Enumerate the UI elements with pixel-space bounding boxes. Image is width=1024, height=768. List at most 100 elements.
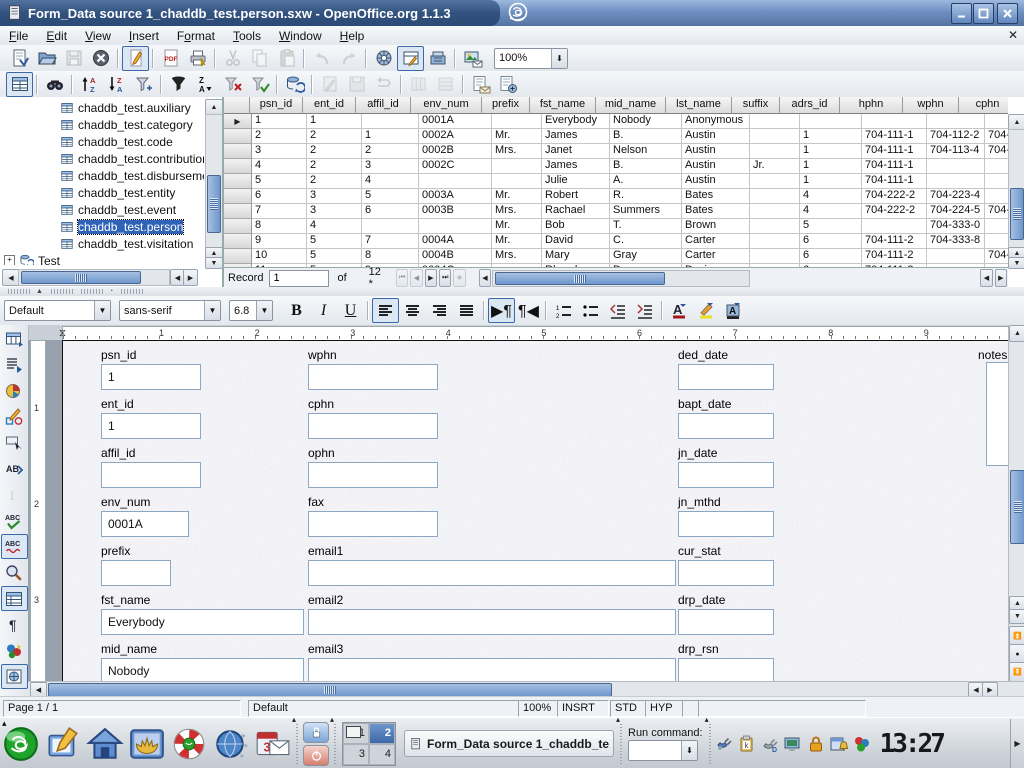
vertical-ruler[interactable]: 123 [30,340,46,681]
pager-desktop-2[interactable]: 2 [369,723,395,744]
cell-env_num[interactable]: 0003A [419,189,492,204]
cell-env_num[interactable] [419,174,492,189]
cell-env_num[interactable]: 0002B [419,144,492,159]
tree-item-category[interactable]: chaddb_test.category [0,116,204,133]
cell-psn_id[interactable]: 5 [252,174,307,189]
prev-record-button[interactable]: ◀ [410,269,422,287]
lock-session-button[interactable] [303,722,329,743]
cell-env_num[interactable]: 0002C [419,159,492,174]
cell-adrs_id[interactable]: 1 [800,159,862,174]
splitter-arrow-icon[interactable]: ▲ [36,288,43,295]
column-header-cphn[interactable]: cphn [959,97,1008,114]
cell-cphn[interactable]: 704-99 [985,129,1008,144]
column-header-mid_name[interactable]: mid_name [596,97,666,114]
cell-wphn[interactable] [927,249,985,264]
new-document-icon[interactable] [6,46,33,71]
export-pdf-icon[interactable]: PDF [157,46,184,71]
cell-prefix[interactable] [492,114,542,129]
menu-edit[interactable]: Edit [37,28,76,44]
grid-scroll-right[interactable]: ▶ [995,269,1007,287]
menu-view[interactable]: View [76,28,120,44]
form-input-cur_stat[interactable] [678,560,774,586]
splitter-handle[interactable] [121,289,143,294]
increase-indent-button[interactable] [631,298,658,323]
column-header-suffix[interactable]: suffix [732,97,780,114]
status-hyperlink-mode[interactable]: HYP [645,700,685,717]
help-center-icon[interactable] [168,723,210,765]
applet-handle[interactable] [332,724,338,764]
cell-affil_id[interactable] [362,219,419,234]
tree-root-test[interactable]: +Test [0,252,204,265]
cell-ent_id[interactable]: 4 [307,219,362,234]
cell-affil_id[interactable]: 2 [362,144,419,159]
cell-adrs_id[interactable]: 1 [800,174,862,189]
cell-lst_name[interactable]: Brown [682,219,750,234]
cell-lst_name[interactable]: Bates [682,189,750,204]
form-input-email3[interactable] [308,658,676,681]
data-to-fields-icon[interactable] [494,72,521,97]
auto-spellcheck-icon[interactable]: ABC [1,534,28,559]
delete-record-icon[interactable] [432,72,459,97]
row-header[interactable] [224,234,252,249]
cell-adrs_id[interactable]: 5 [800,219,862,234]
column-header-lst_name[interactable]: lst_name [666,97,732,114]
cell-prefix[interactable] [492,174,542,189]
cell-lst_name[interactable]: Anonymous [682,114,750,129]
cell-suffix[interactable] [750,234,800,249]
row-header[interactable] [224,129,252,144]
apply-filter-icon[interactable] [246,72,273,97]
cell-env_num[interactable]: 0003B [419,204,492,219]
cell-prefix[interactable]: Mr. [492,234,542,249]
cell-adrs_id[interactable]: 4 [800,189,862,204]
bullet-list-button[interactable] [577,298,604,323]
underline-button[interactable]: U [337,298,364,323]
form-functions-icon[interactable] [1,430,28,455]
cell-wphn[interactable] [927,174,985,189]
cell-hphn[interactable] [862,114,927,129]
cell-prefix[interactable]: Mr. [492,129,542,144]
form-input-email2[interactable] [308,609,676,635]
column-header-ent_id[interactable]: ent_id [303,97,356,114]
cell-lst_name[interactable]: Austin [682,174,750,189]
doc-vscroll-thumb[interactable] [1010,470,1024,544]
cell-affil_id[interactable]: 7 [362,234,419,249]
cell-prefix[interactable]: Mr. [492,219,542,234]
form-input-cphn[interactable] [308,413,438,439]
cell-ent_id[interactable]: 3 [307,189,362,204]
bold-button[interactable]: B [283,298,310,323]
record-number-input[interactable] [269,270,329,287]
cell-suffix[interactable] [750,249,800,264]
last-record-button[interactable]: ⏭ [439,269,451,287]
status-insert-mode[interactable]: INSRT [557,700,609,717]
cell-cphn[interactable] [985,174,1008,189]
form-input-wphn[interactable] [308,364,438,390]
cell-fst_name[interactable]: Bob [542,219,610,234]
zoom-tool-icon[interactable] [1,560,28,585]
splitter-handle[interactable] [81,289,103,294]
cell-affil_id[interactable]: 8 [362,249,419,264]
cell-hphn[interactable]: 704-111-2 [862,234,927,249]
cell-prefix[interactable]: Mrs. [492,204,542,219]
cell-cphn[interactable]: 704-99 [985,249,1008,264]
font-size-combo[interactable]: 6.8 ▼ [229,300,273,321]
cell-affil_id[interactable] [362,114,419,129]
menu-format[interactable]: Format [168,28,224,44]
chevron-down-icon[interactable]: ⬇ [551,49,567,68]
hyperlink-dialog-icon[interactable] [1,638,28,663]
form-input-ent_id[interactable]: 1 [101,413,201,439]
menu-help[interactable]: Help [331,28,374,44]
cell-wphn[interactable]: 704-223-4 [927,189,985,204]
cell-hphn[interactable]: 704-222-2 [862,189,927,204]
menu-tools[interactable]: Tools [224,28,270,44]
organizer-alarm-icon[interactable] [828,732,851,755]
tree-hscrollbar[interactable] [18,269,170,286]
next-record-button[interactable]: ▶ [425,269,437,287]
kwallet-icon[interactable] [805,732,828,755]
cell-lst_name[interactable]: Carter [682,249,750,264]
panel-hide-arrow-icon[interactable]: ▴ [2,718,7,729]
form-input-fax[interactable] [308,511,438,537]
form-input-jn_date[interactable] [678,462,774,488]
cell-mid_name[interactable]: R. [610,189,682,204]
cell-env_num[interactable] [419,219,492,234]
cell-prefix[interactable]: Mrs. [492,249,542,264]
